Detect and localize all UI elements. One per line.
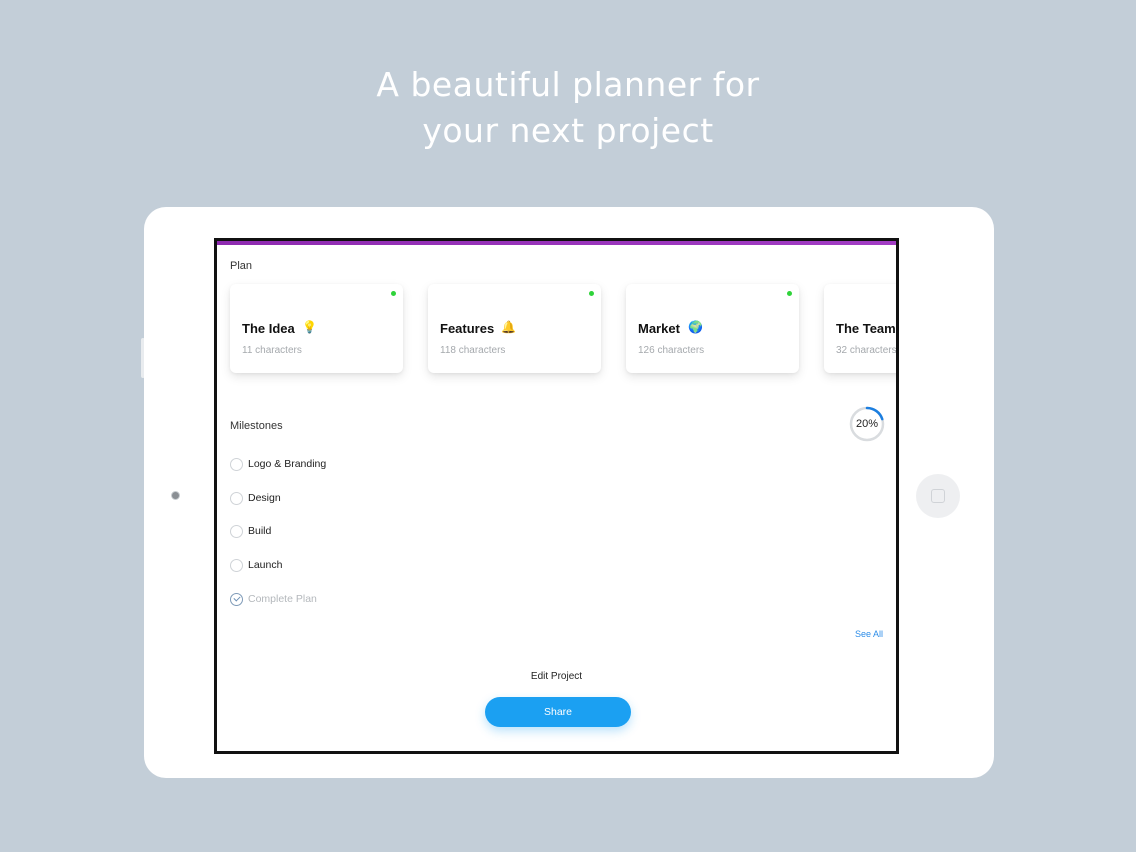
checkbox-icon[interactable] <box>230 457 243 471</box>
checkbox-icon[interactable] <box>230 491 243 505</box>
milestone-item[interactable]: Logo & Branding <box>230 456 326 472</box>
milestone-label: Design <box>248 492 281 504</box>
status-dot <box>589 291 594 296</box>
home-square-icon <box>931 489 945 503</box>
checkbox-icon[interactable] <box>230 524 243 538</box>
see-all-link[interactable]: See All <box>855 629 883 639</box>
card-title: The Team <box>836 321 896 336</box>
milestone-label: Launch <box>248 559 283 571</box>
plan-card-idea[interactable]: The Idea 💡 11 characters <box>230 284 403 373</box>
card-title: Features <box>440 321 495 336</box>
milestones-section-label: Milestones <box>230 420 283 432</box>
share-button[interactable]: Share <box>485 697 631 727</box>
status-dot <box>787 291 792 296</box>
checkmark-icon[interactable] <box>230 592 243 606</box>
milestone-label: Logo & Branding <box>248 458 327 470</box>
milestone-item[interactable]: Launch <box>230 557 282 573</box>
card-subtitle: 118 characters <box>440 345 506 356</box>
plan-card-team[interactable]: The Team 32 characters <box>824 284 897 373</box>
lightbulb-icon: 💡 <box>302 320 317 334</box>
checkbox-icon[interactable] <box>230 558 243 572</box>
plan-section-label: Plan <box>230 260 253 272</box>
plan-cards: The Idea 💡 11 characters Features 🔔 118 … <box>230 284 897 384</box>
milestone-item-completed[interactable]: Complete Plan <box>230 591 317 607</box>
milestone-label: Complete Plan <box>248 593 317 605</box>
camera-icon <box>171 491 180 500</box>
card-subtitle: 126 characters <box>638 345 705 356</box>
app-screen: Plan The Idea 💡 11 characters Features 🔔… <box>214 238 899 754</box>
accent-bar <box>217 241 896 245</box>
card-title: The Idea <box>242 321 295 336</box>
globe-icon: 🌍 <box>688 320 703 334</box>
headline-line-2: your next project <box>422 111 714 150</box>
card-subtitle: 11 characters <box>242 345 302 356</box>
headline-line-1: A beautiful planner for <box>376 65 760 104</box>
milestone-label: Build <box>248 525 272 537</box>
plan-card-features[interactable]: Features 🔔 118 characters <box>428 284 601 373</box>
headline: A beautiful planner for your next projec… <box>0 62 1136 154</box>
status-dot <box>391 291 396 296</box>
plan-card-market[interactable]: Market 🌍 126 characters <box>626 284 799 373</box>
edit-project-button[interactable]: Edit Project <box>217 671 896 682</box>
home-button[interactable] <box>916 474 960 518</box>
card-subtitle: 32 characters <box>836 345 897 356</box>
milestone-item[interactable]: Build <box>230 523 271 539</box>
milestone-item[interactable]: Design <box>230 490 281 506</box>
progress-percent: 20% <box>855 418 879 430</box>
card-title: Market <box>638 321 680 336</box>
bell-icon: 🔔 <box>501 320 516 334</box>
